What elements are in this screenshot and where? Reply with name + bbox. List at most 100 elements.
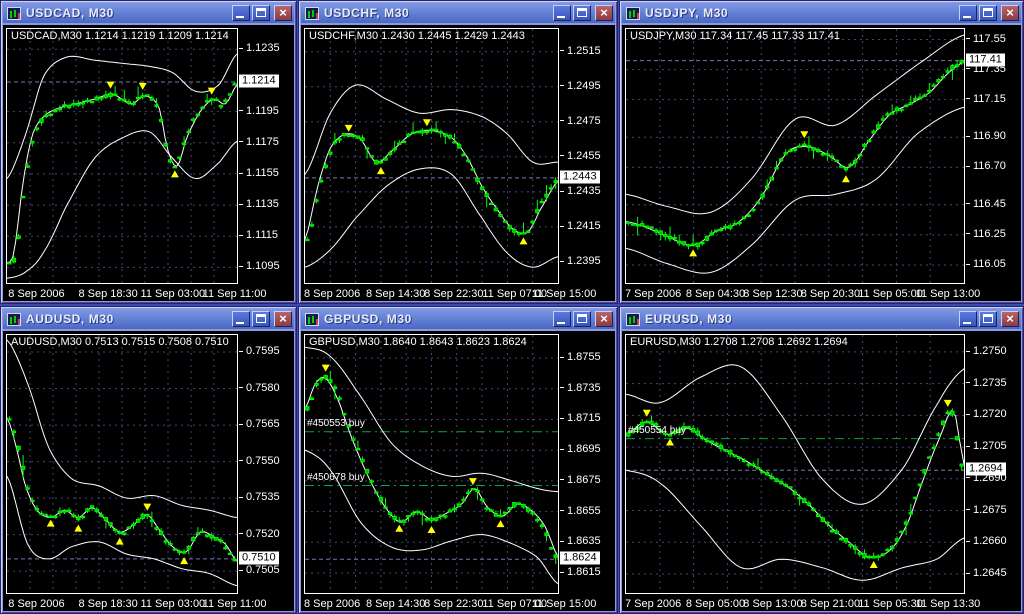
minimize-button[interactable]	[553, 5, 571, 21]
chart-area[interactable]: USDCHF,M30 1.2430 1.2445 1.2429 1.2443 1…	[301, 25, 615, 301]
ohlc-readout: USDCAD,M30 1.1214 1.1219 1.1209 1.1214	[11, 30, 229, 42]
price-tick-label: 0.7520	[239, 528, 280, 540]
minimize-button[interactable]	[959, 311, 977, 327]
price-tick-label: 1.1095	[239, 260, 280, 272]
current-price-tag: 1.2443	[560, 170, 600, 184]
price-tick-label: 116.25	[966, 228, 1006, 240]
minimize-button[interactable]	[553, 311, 571, 327]
close-button[interactable]: ×	[595, 5, 613, 21]
time-tick-label: 8 Sep 04:30	[685, 288, 746, 300]
price-tick-label: 0.7595	[239, 345, 280, 357]
order-annotation-label: #450553 buy	[307, 417, 365, 429]
chart-icon	[7, 6, 21, 20]
close-button[interactable]: ×	[1001, 311, 1019, 327]
current-price-tag: 1.2694	[966, 462, 1006, 476]
time-tick-label: 8 Sep 14:30	[365, 598, 426, 610]
maximize-button[interactable]	[252, 5, 270, 21]
window-title: USDCHF, M30	[324, 6, 410, 20]
titlebar[interactable]: USDJPY, M30 ×	[622, 3, 1021, 23]
price-tick-label: 116.45	[966, 198, 1006, 210]
time-tick-label: 8 Sep 22:30	[424, 288, 484, 300]
maximize-button[interactable]	[573, 311, 591, 327]
chart-area[interactable]: AUDUSD,M30 0.7513 0.7515 0.7508 0.7510 0…	[3, 331, 294, 611]
titlebar[interactable]: USDCHF, M30 ×	[301, 3, 615, 23]
price-axis: 1.8755 1.8735 1.8715 1.8695 1.8675 1.8655 1.86…	[559, 334, 615, 594]
chart-area[interactable]: EURUSD,M30 1.2708 1.2708 1.2692 1.2694 1…	[622, 331, 1021, 611]
price-tick-label: 1.2415	[560, 220, 601, 232]
price-tick-label: 1.8615	[560, 566, 601, 578]
time-tick-label: 8 Sep 20:30	[800, 288, 861, 300]
price-tick-label: 1.8675	[560, 474, 601, 486]
price-tick-label: 117.55	[966, 33, 1006, 45]
titlebar[interactable]: GBPUSD, M30 ×	[301, 309, 615, 329]
maximize-icon	[983, 314, 993, 323]
titlebar[interactable]: USDCAD, M30 ×	[3, 3, 294, 23]
time-tick-label: 11 Sep 03:00	[140, 598, 206, 610]
close-icon: ×	[600, 5, 608, 20]
price-axis: 1.1235 1.1195 1.1175 1.1155 1.1135 1.1115 1.10…	[238, 28, 294, 284]
time-tick-label: 11 Sep 11:00	[202, 288, 267, 300]
price-tick-label: 1.2750	[966, 345, 1007, 357]
maximize-button[interactable]	[979, 311, 997, 327]
close-icon: ×	[279, 311, 287, 326]
close-button[interactable]: ×	[595, 311, 613, 327]
time-tick-label: 8 Sep 13:00	[743, 598, 803, 610]
maximize-button[interactable]	[252, 311, 270, 327]
current-price-tag: 1.8624	[560, 551, 600, 565]
chart-icon	[626, 312, 640, 326]
chart-window-usdchf[interactable]: USDCHF, M30 × USDCHF,M30 1.2430 1.2445 1…	[298, 0, 618, 304]
time-tick-label: 11 Sep 05:00	[858, 288, 923, 300]
price-tick-label: 1.1135	[239, 198, 279, 210]
maximize-button[interactable]	[979, 5, 997, 21]
minimize-icon	[236, 322, 244, 324]
chart-area[interactable]: USDJPY,M30 117.34 117.45 117.33 117.41 1…	[622, 25, 1021, 301]
close-button[interactable]: ×	[274, 311, 292, 327]
time-tick-label: 8 Sep 12:30	[743, 288, 803, 300]
price-tick-label: 1.2735	[966, 377, 1007, 389]
time-tick-label: 7 Sep 2006	[625, 598, 682, 610]
time-axis: 8 Sep 2006 8 Sep 14:30 8 Sep 22:30 11 Sep 0…	[304, 286, 615, 300]
maximize-button[interactable]	[573, 5, 591, 21]
chart-window-usdjpy[interactable]: USDJPY, M30 × USDJPY,M30 117.34 117.45 1…	[619, 0, 1024, 304]
window-title: USDCAD, M30	[26, 6, 114, 20]
price-tick-label: 1.1155	[239, 167, 279, 179]
time-tick-label: 11 Sep 05:30	[858, 598, 923, 610]
minimize-icon	[963, 322, 971, 324]
price-tick-label: 1.2705	[966, 440, 1007, 452]
chart-window-eurusd[interactable]: EURUSD, M30 × EURUSD,M30 1.2708 1.2708 1…	[619, 306, 1024, 614]
time-tick-label: 8 Sep 2006	[304, 598, 361, 610]
close-icon: ×	[1006, 5, 1014, 20]
price-tick-label: 1.2720	[966, 408, 1007, 420]
chart-window-gbpusd[interactable]: GBPUSD, M30 × GBPUSD,M30 1.8640 1.8643 1…	[298, 306, 618, 614]
minimize-button[interactable]	[959, 5, 977, 21]
close-button[interactable]: ×	[274, 5, 292, 21]
titlebar[interactable]: EURUSD, M30 ×	[622, 309, 1021, 329]
plot-frame	[6, 28, 238, 284]
ohlc-readout: GBPUSD,M30 1.8640 1.8643 1.8623 1.8624	[309, 336, 527, 348]
window-title: EURUSD, M30	[645, 312, 733, 326]
time-tick-label: 11 Sep 13:30	[915, 598, 981, 610]
minimize-icon	[557, 322, 565, 324]
price-tick-label: 1.2660	[966, 535, 1007, 547]
minimize-icon	[963, 16, 971, 18]
ohlc-readout: USDJPY,M30 117.34 117.45 117.33 117.41	[630, 30, 840, 42]
maximize-icon	[256, 314, 266, 323]
price-axis: 1.2750 1.2735 1.2720 1.2705 1.2690 1.2675 1.26…	[965, 334, 1021, 594]
chart-window-audusd[interactable]: AUDUSD, M30 × AUDUSD,M30 0.7513 0.7515 0…	[0, 306, 297, 614]
chart-area[interactable]: GBPUSD,M30 1.8640 1.8643 1.8623 1.8624 1…	[301, 331, 615, 611]
chart-icon	[7, 312, 21, 326]
time-tick-label: 8 Sep 22:30	[424, 598, 484, 610]
minimize-button[interactable]	[232, 5, 250, 21]
time-axis: 8 Sep 2006 8 Sep 18:30 11 Sep 03:00 11 Sep …	[6, 596, 294, 610]
chart-window-usdcad[interactable]: USDCAD, M30 × USDCAD,M30 1.1214 1.1219 1…	[0, 0, 297, 304]
titlebar[interactable]: AUDUSD, M30 ×	[3, 309, 294, 329]
time-tick-label: 8 Sep 18:30	[78, 598, 138, 610]
price-tick-label: 1.2475	[560, 115, 601, 127]
plot-frame	[304, 334, 559, 594]
close-button[interactable]: ×	[1001, 5, 1019, 21]
close-icon: ×	[279, 5, 287, 20]
minimize-button[interactable]	[232, 311, 250, 327]
chart-area[interactable]: USDCAD,M30 1.1214 1.1219 1.1209 1.1214 1…	[3, 25, 294, 301]
close-icon: ×	[600, 311, 608, 326]
current-price-tag: 1.1214	[239, 74, 279, 88]
